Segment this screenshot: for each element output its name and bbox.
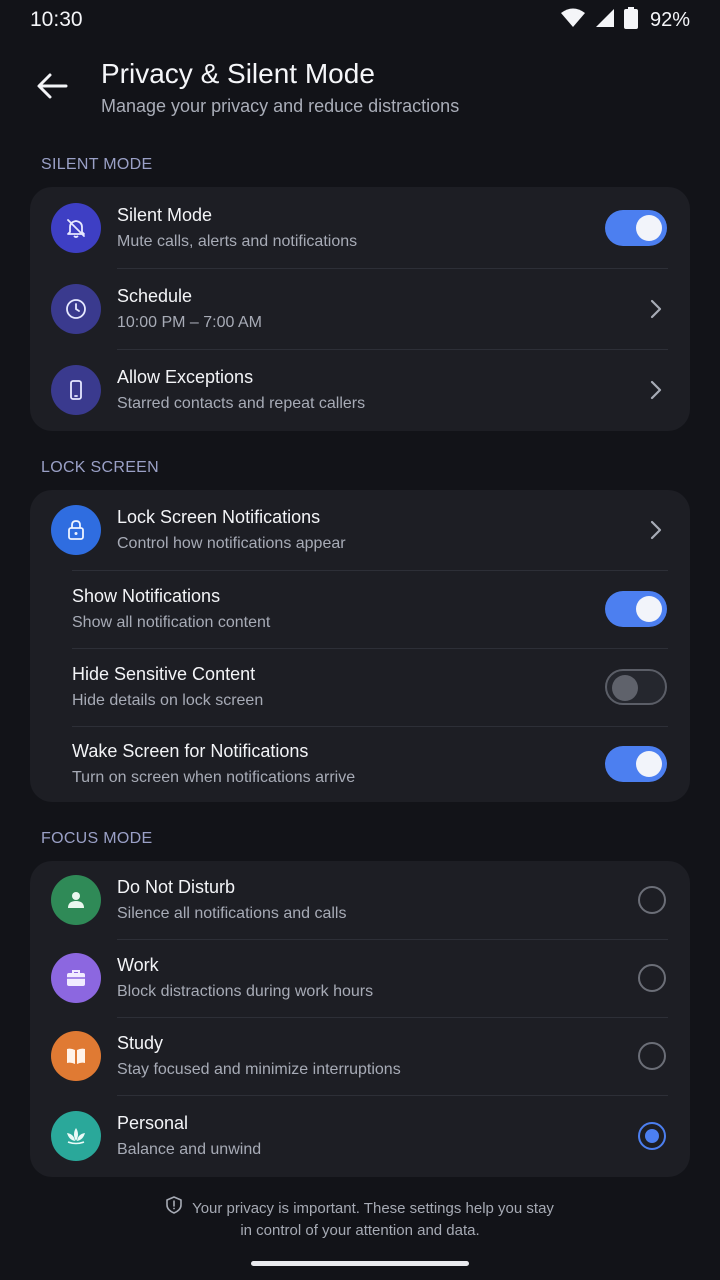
show-notifications-toggle[interactable] (605, 591, 667, 627)
hide-sensitive-content-title: Hide Sensitive Content (72, 664, 256, 684)
wake-screen-toggle[interactable] (605, 746, 667, 782)
focus-mode-card: Do Not Disturb Silence all notifications… (30, 861, 690, 1177)
lock-screen-card: Lock Screen Notifications Control how no… (30, 490, 690, 802)
wifi-icon (560, 8, 586, 33)
lock-icon (51, 505, 101, 555)
privacy-note: Your privacy is important. These setting… (0, 1196, 720, 1241)
show-notifications-subtitle: Show all notification content (72, 614, 271, 631)
back-button[interactable] (30, 66, 74, 106)
focus-do-not-disturb-row[interactable]: Do Not Disturb Silence all notifications… (30, 861, 690, 939)
schedule-title: Schedule (117, 285, 193, 306)
work-radio[interactable] (638, 964, 666, 992)
silent-mode-toggle[interactable] (605, 209, 667, 246)
lock-screen-notifications-title: Lock Screen Notifications (117, 507, 321, 527)
schedule-subtitle: 10:00 PM – 7:00 AM (117, 313, 262, 331)
lock-screen-notifications-row[interactable]: Lock Screen Notifications Control how no… (30, 490, 690, 570)
study-subtitle: Stay focused and minimize interruptions (117, 1061, 401, 1078)
person-icon (51, 875, 101, 925)
silent-mode-card: Silent Mode Mute calls, alerts and notif… (30, 187, 690, 431)
bell-off-icon (51, 202, 101, 253)
lock-screen-notifications-subtitle: Control how notifications appear (117, 535, 346, 552)
focus-study-row[interactable]: Study Stay focused and minimize interrup… (30, 1017, 690, 1095)
do-not-disturb-subtitle: Silence all notifications and calls (117, 905, 347, 922)
allow-exceptions-subtitle: Starred contacts and repeat callers (117, 394, 366, 412)
briefcase-icon (51, 953, 101, 1003)
do-not-disturb-radio[interactable] (638, 886, 666, 914)
signal-icon (594, 8, 616, 33)
silent-mode-row[interactable]: Silent Mode Mute calls, alerts and notif… (30, 187, 690, 268)
work-title: Work (117, 955, 159, 975)
hide-sensitive-content-toggle[interactable] (605, 669, 667, 705)
study-title: Study (117, 1033, 164, 1053)
page-subtitle: Manage your privacy and reduce distracti… (101, 96, 460, 116)
page-title: Privacy & Silent Mode (101, 58, 375, 89)
hide-sensitive-content-row[interactable]: Hide Sensitive Content Hide details on l… (30, 648, 690, 726)
arrow-left-icon (37, 73, 68, 99)
wake-screen-row[interactable]: Wake Screen for Notifications Turn on sc… (30, 726, 690, 802)
wake-screen-title: Wake Screen for Notifications (72, 741, 309, 761)
focus-work-row[interactable]: Work Block distractions during work hour… (30, 939, 690, 1017)
section-label-focus-mode: FOCUS MODE (41, 830, 153, 847)
do-not-disturb-title: Do Not Disturb (117, 877, 236, 897)
page-header: Privacy & Silent Mode Manage your privac… (0, 56, 720, 126)
chevron-right-icon (646, 520, 666, 540)
schedule-row[interactable]: Schedule 10:00 PM – 7:00 AM (30, 268, 690, 349)
section-label-lock-screen: LOCK SCREEN (41, 459, 159, 476)
privacy-note-line2: in control of your attention and data. (240, 1222, 480, 1239)
allow-exceptions-row[interactable]: Allow Exceptions Starred contacts and re… (30, 349, 690, 430)
phone-icon (51, 364, 101, 415)
privacy-note-line1: Your privacy is important. These setting… (192, 1199, 554, 1217)
clock-icon (51, 283, 101, 334)
battery-icon (623, 6, 638, 34)
lotus-icon (51, 1110, 101, 1161)
status-time: 10:30 (30, 8, 83, 31)
show-notifications-row[interactable]: Show Notifications Show all notification… (30, 570, 690, 648)
battery-percent: 92% (649, 8, 690, 31)
book-icon (51, 1031, 101, 1081)
chevron-right-icon (646, 299, 666, 319)
work-subtitle: Block distractions during work hours (117, 983, 374, 1000)
focus-personal-row[interactable]: Personal Balance and unwind (30, 1095, 690, 1176)
allow-exceptions-title: Allow Exceptions (117, 366, 254, 387)
silent-mode-title: Silent Mode (117, 204, 213, 225)
shield-icon (166, 1196, 182, 1220)
hide-sensitive-content-subtitle: Hide details on lock screen (72, 692, 264, 709)
personal-subtitle: Balance and unwind (117, 1140, 262, 1158)
home-indicator[interactable] (251, 1261, 469, 1266)
silent-mode-subtitle: Mute calls, alerts and notifications (117, 232, 358, 250)
wake-screen-subtitle: Turn on screen when notifications arrive (72, 769, 356, 786)
section-label-silent-mode: SILENT MODE (41, 156, 153, 173)
personal-title: Personal (117, 1112, 189, 1133)
chevron-right-icon (646, 380, 666, 400)
show-notifications-title: Show Notifications (72, 586, 221, 606)
status-bar: 10:30 92% (0, 0, 720, 40)
study-radio[interactable] (638, 1042, 666, 1070)
personal-radio[interactable] (638, 1121, 666, 1150)
status-icons: 92% (560, 6, 690, 34)
